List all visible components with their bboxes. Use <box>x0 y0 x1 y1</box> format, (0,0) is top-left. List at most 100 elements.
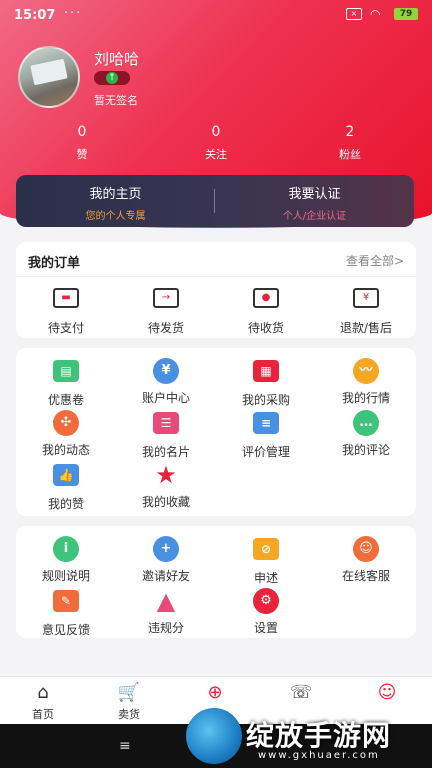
service-icon: ☺ <box>353 536 379 562</box>
tool-label: 我的收藏 <box>141 495 190 509</box>
stat-label: 粉丝 <box>339 148 361 161</box>
level-up-icon: ↑ <box>106 72 118 84</box>
divider <box>16 276 416 277</box>
star-icon: ★ <box>155 461 177 489</box>
tool-label: 我的采购 <box>241 393 290 407</box>
message-icon: ☏ <box>289 682 313 703</box>
home-icon: ⌂ <box>37 682 49 703</box>
order-pending-payment[interactable]: ▬ 待支付 <box>16 286 116 336</box>
watermark-text: 绽放手游网 <box>246 719 392 752</box>
menu-icon[interactable]: ≡ <box>119 738 131 754</box>
stat-value: 0 <box>77 124 87 140</box>
misc-label: 违规分 <box>147 621 184 635</box>
misc-label: 设置 <box>253 621 278 635</box>
misc-label: 在线客服 <box>341 569 390 583</box>
misc-label: 规则说明 <box>41 569 90 583</box>
tool-label: 我的评论 <box>341 443 390 457</box>
thumb-up-icon: 👍 <box>53 464 79 486</box>
order-label: 退款/售后 <box>339 321 393 335</box>
view-all-orders-link[interactable]: 查看全部> <box>346 252 404 269</box>
tab-label: 卖货 <box>118 708 140 721</box>
tab-label: 首页 <box>32 708 54 721</box>
comment-manage-icon: ≡ <box>253 412 279 434</box>
stat-value: 0 <box>211 124 221 140</box>
my-homepage-button[interactable]: 我的主页 您的个人专属 <box>16 183 215 222</box>
stat-label: 赞 <box>76 148 88 161</box>
order-pending-shipment[interactable]: → 待发货 <box>116 286 216 336</box>
tab-publish[interactable]: ⊕ <box>172 681 258 705</box>
basket-icon: ▦ <box>253 360 279 382</box>
misc-label: 意见反馈 <box>41 623 90 637</box>
box-send-icon: → <box>153 288 179 308</box>
misc-feedback[interactable]: ✎ 意见反馈 <box>16 588 116 638</box>
tool-review-manage[interactable]: ≡ 评价管理 <box>216 410 316 460</box>
tool-my-likes[interactable]: 👍 我的赞 <box>16 462 116 512</box>
my-homepage-subtitle: 您的个人专属 <box>85 211 146 222</box>
misc-service[interactable]: ☺ 在线客服 <box>316 536 416 584</box>
tool-business-card[interactable]: ☰ 我的名片 <box>116 410 216 460</box>
verify-button[interactable]: 我要认证 个人/企业认证 <box>215 183 414 222</box>
misc-invite[interactable]: + 邀请好友 <box>116 536 216 584</box>
stat-label: 关注 <box>205 148 227 161</box>
appeal-icon: ⊘ <box>253 538 279 560</box>
tool-coupon[interactable]: ▤ 优惠卷 <box>16 358 116 408</box>
cart-icon: 🛒 <box>117 682 141 703</box>
sim-icon: × <box>346 8 362 20</box>
order-pending-receipt[interactable]: ● 待收货 <box>216 286 316 336</box>
level-badge: ↑ <box>94 71 130 85</box>
tool-activity[interactable]: ✣ 我的动态 <box>16 410 116 458</box>
signature[interactable]: 暂无签名 <box>94 92 138 108</box>
order-label: 待收货 <box>247 321 284 335</box>
my-homepage-title: 我的主页 <box>89 187 142 202</box>
warning-icon: ▲ <box>156 587 176 615</box>
tool-label: 我的行情 <box>341 391 390 405</box>
watermark: 绽放手游网 www.gxhuaer.com <box>182 706 432 768</box>
status-time: 15:07 <box>14 8 56 23</box>
stat-following[interactable]: 0 关注 <box>176 124 256 162</box>
verify-title: 我要认证 <box>288 187 341 202</box>
feedback-icon: ✎ <box>53 590 79 612</box>
misc-label: 申述 <box>253 571 278 585</box>
orders-card: 我的订单 查看全部> ▬ 待支付 → 待发货 ● 待收货 ¥ 退款/售后 <box>16 242 416 338</box>
order-refund[interactable]: ¥ 退款/售后 <box>316 286 416 336</box>
tool-favorites[interactable]: ★ 我的收藏 <box>116 462 216 510</box>
wallet-icon: ▬ <box>53 288 79 308</box>
tab-profile[interactable]: ☺ <box>344 681 430 705</box>
tool-label: 优惠卷 <box>47 393 84 407</box>
misc-appeal[interactable]: ⊘ 申述 <box>216 536 316 586</box>
orders-title: 我的订单 <box>28 256 81 271</box>
misc-card: i 规则说明 + 邀请好友 ⊘ 申述 ☺ 在线客服 ✎ 意见反馈 ▲ 违规分 ⚙… <box>16 526 416 638</box>
tool-label: 账户中心 <box>141 391 190 405</box>
tool-label: 我的名片 <box>141 445 190 459</box>
order-label: 待发货 <box>147 321 184 335</box>
chat-icon: … <box>353 410 379 436</box>
username[interactable]: 刘哈哈 <box>94 48 139 69</box>
tab-sell[interactable]: 🛒 卖货 <box>86 681 172 722</box>
order-label: 待支付 <box>47 321 84 335</box>
tool-my-comments[interactable]: … 我的评论 <box>316 410 416 458</box>
trend-icon: 〰 <box>353 358 379 384</box>
misc-rules[interactable]: i 规则说明 <box>16 536 116 584</box>
tool-market[interactable]: 〰 我的行情 <box>316 358 416 406</box>
avatar[interactable] <box>18 46 80 108</box>
tab-home[interactable]: ⌂ 首页 <box>0 681 86 722</box>
misc-label: 邀请好友 <box>141 569 190 583</box>
misc-violation[interactable]: ▲ 违规分 <box>116 588 216 636</box>
wifi-icon: ◠ <box>370 7 381 21</box>
tool-purchase[interactable]: ▦ 我的采购 <box>216 358 316 408</box>
stat-value: 2 <box>345 124 355 140</box>
gear-icon: ⚙ <box>253 588 279 614</box>
tool-label: 我的赞 <box>47 497 84 511</box>
info-icon: i <box>53 536 79 562</box>
home-auth-card: 我的主页 您的个人专属 我要认证 个人/企业认证 <box>16 175 414 227</box>
add-friend-icon: + <box>153 536 179 562</box>
misc-settings[interactable]: ⚙ 设置 <box>216 588 316 636</box>
tool-label: 评价管理 <box>241 445 290 459</box>
stat-likes[interactable]: 0 赞 <box>42 124 122 162</box>
stat-fans[interactable]: 2 粉丝 <box>310 124 390 162</box>
verify-subtitle: 个人/企业认证 <box>282 211 347 222</box>
smile-icon: ☺ <box>377 682 397 703</box>
status-dots: ··· <box>64 6 83 21</box>
tool-account-center[interactable]: ¥ 账户中心 <box>116 358 216 406</box>
tab-messages[interactable]: ☏ <box>258 681 344 705</box>
